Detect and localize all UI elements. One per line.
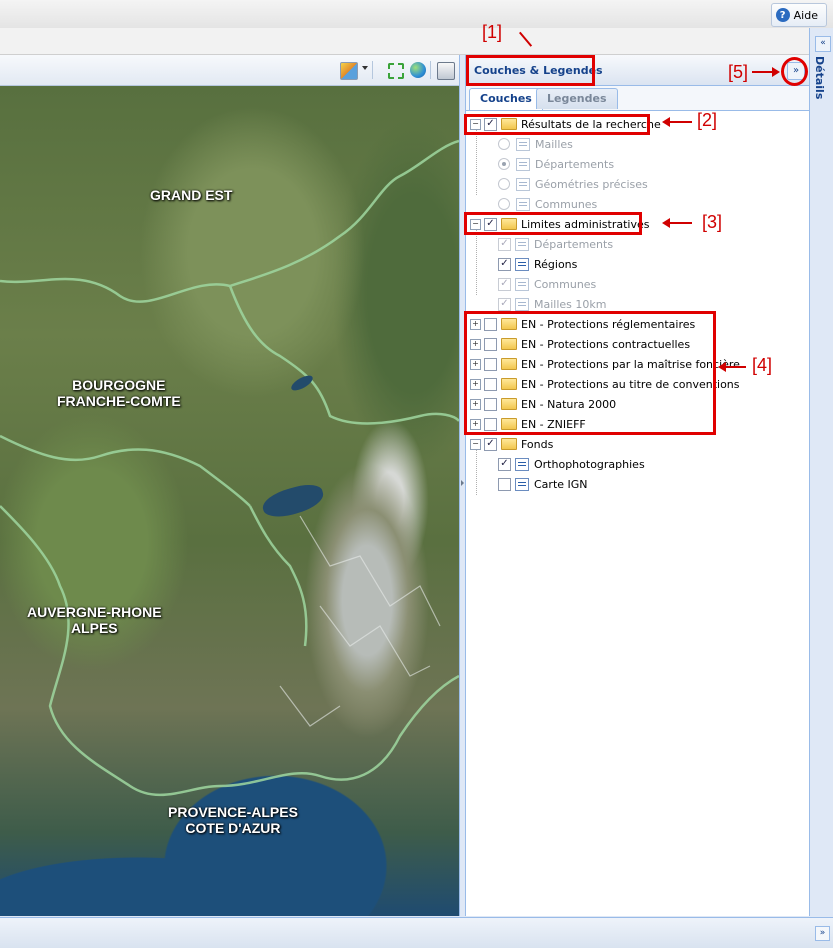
layer-icon — [515, 457, 529, 471]
tree-leaf-communes-admin[interactable]: ✓ Communes — [498, 274, 833, 294]
tree-connector — [476, 225, 477, 295]
layer-icon — [516, 137, 530, 151]
layer-icon — [516, 177, 530, 191]
tree-leaf-regions[interactable]: ✓ Régions — [498, 254, 833, 274]
help-button[interactable]: ? Aide — [770, 3, 827, 27]
layer-checkbox[interactable]: ✓ — [498, 257, 511, 271]
radio-button[interactable] — [498, 198, 510, 210]
secondary-strip — [0, 28, 833, 55]
details-panel-title[interactable]: Détails — [813, 56, 826, 99]
tree-leaf-carte-ign[interactable]: Carte IGN — [498, 474, 833, 494]
layer-legend-icon[interactable] — [340, 62, 358, 80]
panel-tabs: Couches Legendes — [466, 86, 809, 111]
annotation-arrow-5 — [752, 67, 780, 77]
tree-leaf-geometries[interactable]: Géométries précises — [498, 174, 833, 194]
dropdown-arrow-icon[interactable] — [362, 66, 368, 70]
region-label-grand-est: GRAND EST — [150, 187, 233, 203]
layer-icon — [515, 237, 529, 251]
tree-leaf-label: Départements — [534, 237, 614, 251]
tree-node-label: Fonds — [521, 437, 554, 451]
tab-couches[interactable]: Couches — [469, 88, 543, 110]
annotation-arrow-4 — [718, 362, 746, 372]
region-label-auvergne: AUVERGNE-RHONE ALPES — [27, 604, 162, 636]
region-label-provence: PROVENCE-ALPES COTE D'AZUR — [168, 804, 298, 836]
annotation-circle-5 — [781, 57, 808, 86]
tree-leaf-label: Communes — [535, 197, 598, 211]
annotation-label-4: [4] — [752, 355, 773, 375]
bottom-panel-collapsed: » — [0, 917, 833, 948]
region-label-bourgogne: BOURGOGNE FRANCHE-COMTE — [57, 377, 181, 409]
annotation-box-1 — [466, 55, 595, 86]
annotation-arrow-2 — [662, 117, 692, 127]
tree-leaf-mailles[interactable]: Mailles — [498, 134, 833, 154]
annotation-label-5: [5] — [728, 62, 749, 82]
layer-icon — [516, 157, 530, 171]
expand-bottom-button[interactable]: » — [815, 926, 830, 941]
tree-leaf-label: Carte IGN — [534, 477, 588, 491]
top-toolbar: ? Aide — [0, 0, 833, 29]
annotation-label-3: [3] — [702, 212, 723, 232]
layers-panel: Couches & Legendes » Couches Legendes − … — [465, 55, 809, 916]
annotation-label-1: [1] — [482, 22, 503, 42]
layer-icon — [516, 197, 530, 211]
collapse-toggle-icon[interactable]: − — [470, 438, 481, 450]
radio-button[interactable] — [498, 158, 510, 170]
annotation-label-2: [2] — [697, 110, 718, 130]
annotation-arrow-3 — [662, 218, 692, 228]
radio-button[interactable] — [498, 178, 510, 190]
help-button-label: Aide — [793, 8, 818, 22]
tree-connector — [476, 125, 477, 195]
zoom-extent-icon[interactable] — [388, 63, 404, 79]
tree-leaf-label: Communes — [534, 277, 597, 291]
toolbar-separator — [430, 61, 431, 79]
tree-leaf-departements-admin[interactable]: ✓ Départements — [498, 234, 833, 254]
layer-checkbox[interactable]: ✓ — [498, 277, 511, 291]
layer-checkbox[interactable]: ✓ — [498, 457, 511, 471]
tree-leaf-label: Régions — [534, 257, 578, 271]
toolbar-separator — [372, 61, 373, 79]
print-icon[interactable] — [437, 62, 455, 80]
annotation-box-3 — [464, 212, 642, 235]
layer-checkbox[interactable]: ✓ — [484, 437, 497, 451]
globe-icon[interactable] — [410, 62, 426, 78]
map-panel: GRAND EST BOURGOGNE FRANCHE-COMTE AUVERG… — [0, 55, 460, 916]
annotation-box-4 — [464, 311, 716, 435]
details-panel-collapsed: « Détails — [809, 28, 833, 916]
expand-details-button[interactable]: « — [815, 36, 831, 52]
folder-icon — [501, 438, 517, 450]
layer-icon — [515, 297, 529, 311]
satellite-map[interactable]: GRAND EST BOURGOGNE FRANCHE-COMTE AUVERG… — [0, 86, 459, 916]
layer-icon — [515, 257, 529, 271]
region-boundaries — [0, 139, 459, 797]
layer-checkbox[interactable]: ✓ — [498, 297, 511, 311]
layer-checkbox[interactable]: ✓ — [498, 237, 511, 251]
tab-legendes[interactable]: Legendes — [536, 88, 618, 109]
tree-leaf-departements[interactable]: Départements — [498, 154, 833, 174]
splitter-arrow-icon[interactable] — [461, 480, 464, 486]
tree-leaf-label: Mailles 10km — [534, 297, 607, 311]
help-question-icon: ? — [775, 8, 790, 22]
tree-leaf-label: Géométries précises — [535, 177, 648, 191]
tree-leaf-orthophotographies[interactable]: ✓ Orthophotographies — [498, 454, 833, 474]
map-toolbar — [0, 55, 459, 86]
layer-checkbox[interactable] — [498, 477, 511, 491]
tree-leaf-label: Orthophotographies — [534, 457, 645, 471]
tree-node-fonds[interactable]: − ✓ Fonds — [470, 434, 813, 454]
layer-icon — [515, 277, 529, 291]
tree-leaf-communes[interactable]: Communes — [498, 194, 833, 214]
tree-leaf-label: Départements — [535, 157, 615, 171]
annotation-box-2 — [464, 114, 650, 135]
radio-button[interactable] — [498, 138, 510, 150]
tree-leaf-label: Mailles — [535, 137, 573, 151]
layer-icon — [515, 477, 529, 491]
